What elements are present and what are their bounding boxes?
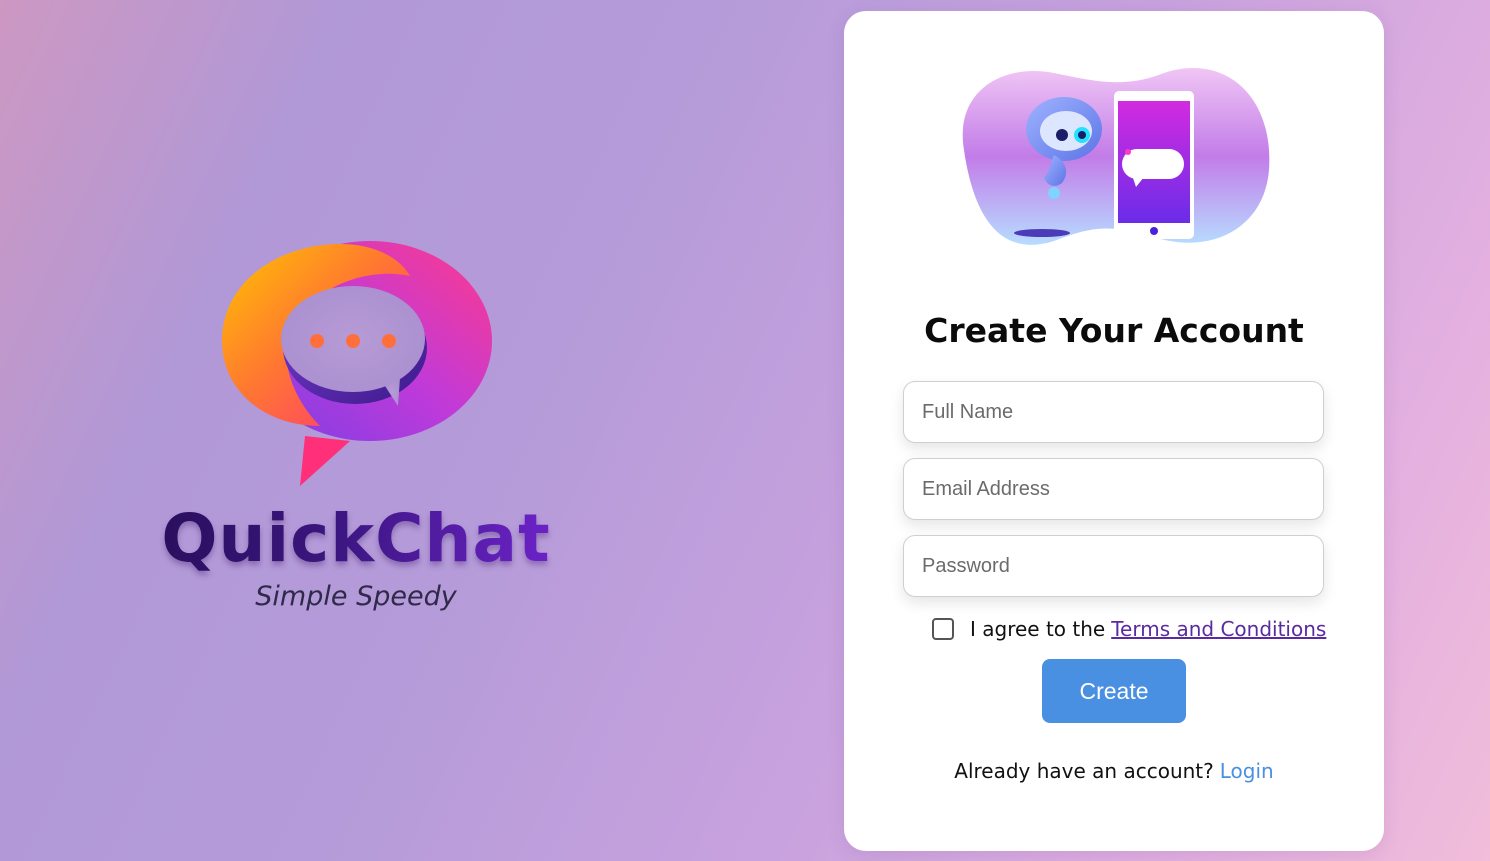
brand-tagline: Simple Speedy — [255, 581, 457, 612]
login-prompt-text: Already have an account? — [954, 759, 1214, 783]
robot-phone-chat-illustration — [962, 68, 1270, 245]
create-button[interactable]: Create — [1042, 659, 1186, 723]
password-input[interactable] — [903, 535, 1324, 597]
speech-bubble-logo-icon — [222, 241, 492, 486]
full-name-input[interactable] — [903, 381, 1324, 443]
signup-card: Create Your Account I agree to the Terms… — [844, 11, 1384, 851]
terms-link[interactable]: Terms and Conditions — [1111, 617, 1326, 641]
brand-panel: QuickChat Simple Speedy — [0, 0, 720, 861]
login-link[interactable]: Login — [1220, 759, 1274, 783]
terms-checkbox[interactable] — [932, 618, 954, 640]
login-prompt: Already have an account? Login — [844, 759, 1384, 783]
form-title: Create Your Account — [924, 311, 1304, 350]
email-input[interactable] — [903, 458, 1324, 520]
terms-agreement: I agree to the Terms and Conditions — [932, 614, 1326, 644]
brand-name: QuickChat — [161, 500, 551, 577]
agree-text: I agree to the — [970, 617, 1106, 641]
